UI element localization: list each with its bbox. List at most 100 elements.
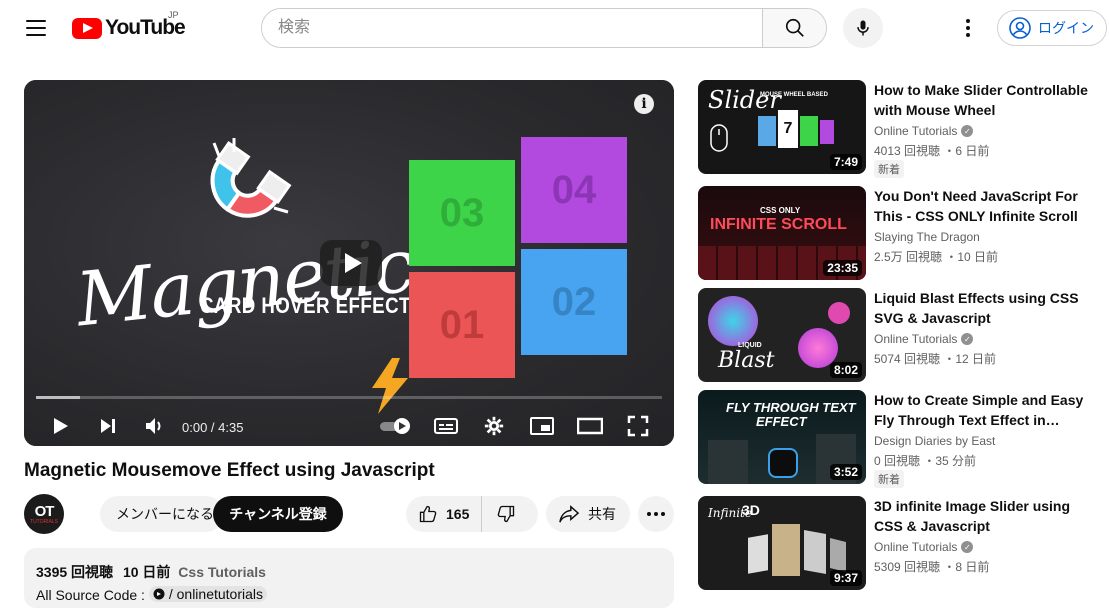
- login-label: ログイン: [1038, 20, 1094, 36]
- thumbs-down-icon: [498, 505, 515, 523]
- video-duration: 3:52: [829, 464, 862, 480]
- related-channel-name: Online Tutorials: [874, 540, 958, 554]
- related-thumb-sub: CSS ONLY: [760, 206, 801, 215]
- new-badge: 新着: [874, 160, 904, 178]
- dislike-button[interactable]: [482, 496, 516, 532]
- related-thumb-text: Slider: [708, 86, 781, 114]
- thumbnail-card-03: 03: [409, 160, 515, 266]
- account-icon: [1009, 17, 1031, 39]
- miniplayer-button[interactable]: [528, 411, 556, 441]
- miniplayer-icon: [530, 417, 554, 435]
- fullscreen-button[interactable]: [624, 411, 652, 441]
- description-stats-line: 3395 回視聴 10 日前 Css Tutorials: [36, 562, 662, 582]
- related-thumbnail[interactable]: Slider MOUSE WHEEL BASED 7 7:49: [698, 80, 866, 174]
- time-display: 0:00 / 4:35: [182, 420, 244, 435]
- related-video-2[interactable]: CSS ONLY INFINITE SCROLL 23:35 You Don't…: [698, 186, 1098, 282]
- thumbnail-card-02: 02: [521, 249, 627, 355]
- menu-icon[interactable]: [20, 12, 52, 44]
- view-count: 3395 回視聴: [36, 564, 114, 580]
- related-meta: 2.5万 回視聴 ・10 日前: [874, 250, 999, 264]
- related-thumb-sub: MOUSE WHEEL BASED: [760, 92, 828, 98]
- youtube-play-icon: [72, 17, 102, 39]
- related-views: 2.5万 回視聴: [874, 250, 943, 264]
- description-box[interactable]: 3395 回視聴 10 日前 Css Tutorials All Source …: [24, 548, 674, 608]
- settings-more-button[interactable]: [952, 12, 984, 44]
- play-button[interactable]: [46, 411, 74, 441]
- autoplay-icon: [380, 418, 410, 434]
- related-channel[interactable]: Online Tutorials ✓: [874, 540, 974, 554]
- hashtag[interactable]: Css Tutorials: [178, 564, 266, 580]
- join-membership-button[interactable]: メンバーになる: [100, 496, 224, 532]
- more-actions-button[interactable]: [638, 496, 674, 532]
- voice-search-button[interactable]: [843, 8, 883, 48]
- thumbnail-subtitle: CARD HOVER EFFECTS: [200, 293, 424, 318]
- related-thumbnail[interactable]: Infinite 3D 9:37: [698, 496, 866, 590]
- fullscreen-icon: [627, 415, 649, 437]
- search-input[interactable]: [262, 9, 762, 47]
- related-views: 0 回視聴: [874, 454, 921, 468]
- related-video-3[interactable]: LIQUID Blast 8:02 Liquid Blast Effects u…: [698, 288, 1098, 384]
- subtitles-button[interactable]: [432, 411, 460, 441]
- avatar-subtext: TUTORIALS: [30, 518, 58, 525]
- related-channel[interactable]: Design Diaries by East: [874, 434, 995, 448]
- related-video-4[interactable]: FLY THROUGH TEXT EFFECT 3:52 How to Crea…: [698, 390, 1098, 488]
- youtube-logo[interactable]: YouTube JP: [72, 10, 186, 40]
- video-duration: 23:35: [823, 260, 862, 276]
- related-thumbnail[interactable]: FLY THROUGH TEXT EFFECT 3:52: [698, 390, 866, 484]
- related-thumb-text: FLY THROUGH TEXT: [726, 400, 856, 415]
- related-channel-name: Slaying The Dragon: [874, 230, 980, 244]
- progress-fill: [36, 396, 80, 399]
- search-button[interactable]: [762, 9, 826, 47]
- related-title[interactable]: How to Make Slider Controllable with Mou…: [874, 80, 1088, 120]
- related-title[interactable]: 3D infinite Image Slider using CSS & Jav…: [874, 496, 1088, 536]
- thumbnail-card-04: 04: [521, 137, 627, 243]
- verified-icon: ✓: [961, 125, 974, 137]
- link-icon: [153, 588, 165, 600]
- related-video-1[interactable]: Slider MOUSE WHEEL BASED 7 7:49 How to M…: [698, 80, 1098, 178]
- subscribe-button[interactable]: チャンネル登録: [213, 496, 343, 532]
- related-views: 4013 回視聴: [874, 144, 941, 158]
- related-channel[interactable]: Slaying The Dragon: [874, 230, 980, 244]
- video-player[interactable]: Magnetic CARD HOVER EFFECTS 03 04 01 02 …: [24, 80, 674, 446]
- related-meta: 5074 回視聴 ・12 日前: [874, 352, 997, 366]
- magnet-illustration: [210, 138, 292, 218]
- related-title[interactable]: Liquid Blast Effects using CSS SVG & Jav…: [874, 288, 1088, 328]
- related-title[interactable]: You Don't Need JavaScript For This - CSS…: [874, 186, 1088, 226]
- like-button[interactable]: 165: [406, 496, 483, 532]
- related-channel[interactable]: Online Tutorials ✓: [874, 332, 974, 346]
- theater-icon: [577, 417, 603, 435]
- next-button[interactable]: [94, 411, 122, 441]
- channel-avatar[interactable]: OT TUTORIALS: [24, 494, 64, 534]
- related-age: 6 日前: [955, 144, 990, 158]
- progress-bar[interactable]: [36, 396, 662, 399]
- search-icon: [785, 18, 804, 37]
- volume-icon: [146, 418, 161, 434]
- autoplay-toggle[interactable]: [376, 411, 416, 441]
- player-controls: 0:00 / 4:35: [24, 406, 674, 446]
- like-dislike-group: 165: [406, 496, 538, 532]
- related-age: 10 日前: [957, 250, 999, 264]
- share-label: 共有: [588, 506, 616, 522]
- info-icon[interactable]: i: [634, 94, 654, 114]
- login-button[interactable]: ログイン: [997, 10, 1107, 46]
- related-age: 12 日前: [955, 352, 997, 366]
- thumbnail-card-01: 01: [409, 272, 515, 378]
- region-code: JP: [168, 10, 179, 20]
- related-title[interactable]: How to Create Simple and Easy Fly Throug…: [874, 390, 1088, 430]
- avatar-initials: OT: [34, 502, 55, 520]
- volume-button[interactable]: [140, 411, 168, 441]
- source-label: All Source Code :: [36, 587, 145, 603]
- related-channel[interactable]: Online Tutorials ✓: [874, 124, 974, 138]
- large-play-button[interactable]: [320, 240, 382, 286]
- settings-button[interactable]: [480, 411, 508, 441]
- related-thumbnail[interactable]: LIQUID Blast 8:02: [698, 288, 866, 382]
- share-button[interactable]: 共有: [546, 496, 630, 532]
- related-age: 35 分前: [935, 454, 977, 468]
- related-thumb-text: 3D: [742, 502, 760, 518]
- related-video-5[interactable]: Infinite 3D 9:37 3D infinite Image Slide…: [698, 496, 1098, 592]
- verified-icon: ✓: [961, 333, 974, 345]
- member-label: メンバーになる: [116, 506, 214, 522]
- theater-mode-button[interactable]: [576, 411, 604, 441]
- related-thumbnail[interactable]: CSS ONLY INFINITE SCROLL 23:35: [698, 186, 866, 280]
- like-count: 165: [446, 506, 470, 522]
